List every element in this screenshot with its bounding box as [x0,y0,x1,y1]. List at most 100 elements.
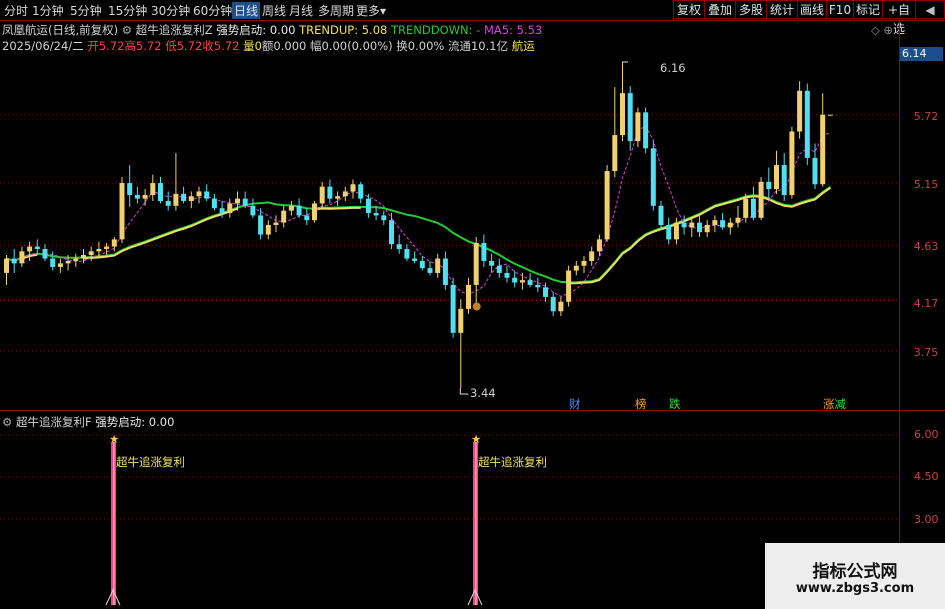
candle-body [127,183,133,196]
candle-body [673,222,679,240]
candle-body [804,90,810,158]
candle-body [635,112,641,142]
candle-body [335,196,341,199]
candle-body [720,220,726,228]
candle-body [327,186,333,199]
candle-body [65,260,71,264]
candle-body [812,157,818,185]
candle-body [50,258,56,267]
candle-body [827,114,833,116]
candle-body [27,246,33,252]
candle-body [389,220,394,245]
candle-body [134,195,140,199]
kline-chart[interactable] [0,0,945,609]
candle-body [150,183,156,196]
candle-body [235,198,240,204]
candle-body [288,205,294,211]
candle-body [11,258,17,264]
candle-body [766,181,772,190]
candle-body [519,280,525,283]
candle-body [342,191,348,197]
watermark-title: 指标公式网 [812,562,898,582]
candle-body [481,242,487,261]
candle-body [820,114,826,185]
candle-body [681,222,687,228]
candle-body [165,201,171,206]
candle-body [73,258,79,261]
candle-body [427,268,433,273]
candle-body [689,222,695,228]
candle-body [496,265,502,273]
signal-bar-highlight [475,442,477,605]
candle-body [104,246,110,249]
candle-body [404,248,410,259]
candle-body [535,284,541,288]
candle-body [727,222,733,228]
candle-body [281,210,287,223]
candle-body [158,183,163,202]
candle-body [596,239,602,252]
candle-body [658,205,664,225]
event-tag-rise[interactable]: 涨减 [823,396,846,412]
candle-body [450,284,456,333]
candle-body [620,93,625,136]
candle-body [350,184,356,192]
star-icon: ★ [471,432,482,446]
candle-body [512,277,518,283]
candle-body [458,308,464,333]
signal-marker-text: 超牛追涨复利 [116,455,185,469]
candle-body [712,220,718,225]
candle-body [412,258,418,261]
event-tag-rank[interactable]: 榜 [635,396,647,412]
candle-body [781,165,787,196]
ma-yellow-line [21,187,831,285]
candle-body [527,280,533,285]
candle-body [435,258,441,273]
event-tag-fall[interactable]: 跌 [669,396,681,412]
low-marker-label: 3.44 [470,386,496,400]
candle-body [42,248,48,259]
event-tag-finance[interactable]: 财 [569,396,581,412]
candle-body [797,90,803,132]
candle-body [188,196,194,202]
candle-body [666,225,672,240]
candle-body [750,198,756,218]
candle-body [250,205,256,216]
candle-body [650,148,656,206]
candle-body [789,131,795,196]
signal-bar-highlight [113,442,115,605]
candle-body [4,258,9,273]
candle-body [88,251,94,255]
candle-body [566,270,572,302]
low-pointer [459,388,469,395]
candle-body [704,225,710,233]
star-icon: ★ [109,432,120,446]
candle-body [204,191,210,199]
candle-body [304,215,310,221]
candle-body [627,93,633,142]
candle-body [697,222,702,233]
candle-body [312,203,317,221]
candle-body [319,186,325,204]
candle-body [735,217,741,223]
candle-body [743,198,749,218]
candle-body [758,181,764,218]
candle-body [604,171,610,240]
candle-body [558,301,564,312]
candle-body [296,205,302,216]
candle-body [504,272,510,278]
candle-body [181,193,187,202]
watermark: 指标公式网 www.zbgs3.com [765,543,945,609]
candle-body [34,246,40,249]
candle-body [273,222,279,225]
candle-body [581,260,587,266]
candle-body [442,258,448,285]
coin-icon [472,302,481,311]
high-marker-label: 6.16 [660,61,686,75]
candle-body [543,287,548,297]
candle-body [111,239,117,247]
candle-body [96,248,102,252]
candle-body [466,284,471,309]
watermark-url: www.zbgs3.com [795,581,915,596]
candle-body [396,244,402,249]
